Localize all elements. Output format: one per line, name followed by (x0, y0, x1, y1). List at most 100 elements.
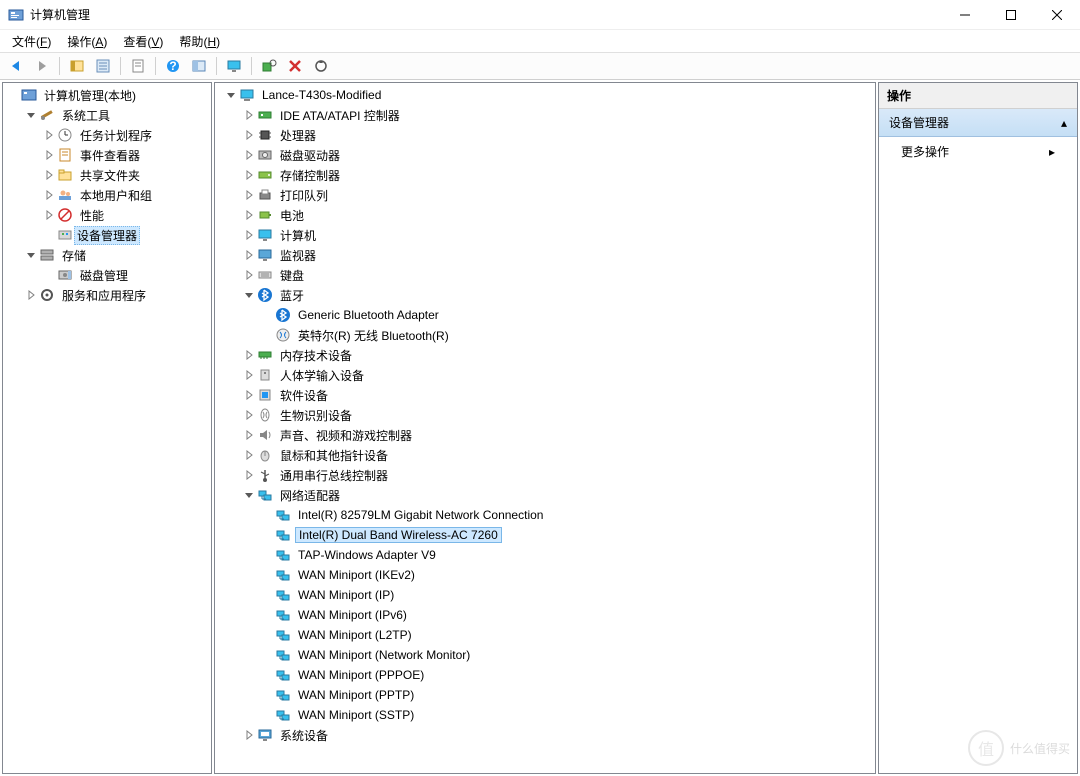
tree-item[interactable]: WAN Miniport (PPTP) (215, 685, 875, 705)
tree-item[interactable]: 本地用户和组 (3, 185, 211, 205)
tree-item[interactable]: WAN Miniport (IKEv2) (215, 565, 875, 585)
menu-action[interactable]: 操作(A) (61, 31, 113, 52)
tree-item[interactable]: 生物识别设备 (215, 405, 875, 425)
tree-item-label: 英特尔(R) 无线 Bluetooth(R) (295, 326, 452, 345)
tree-item[interactable]: 存储 (3, 245, 211, 265)
tree-item[interactable]: 英特尔(R) 无线 Bluetooth(R) (215, 325, 875, 345)
expand-toggle[interactable] (243, 289, 255, 301)
tree-item[interactable]: 存储控制器 (215, 165, 875, 185)
console-tree[interactable]: 计算机管理(本地)系统工具任务计划程序事件查看器共享文件夹本地用户和组性能设备管… (2, 82, 212, 774)
tree-item-label: TAP-Windows Adapter V9 (295, 547, 439, 563)
tree-item[interactable]: 软件设备 (215, 385, 875, 405)
expand-toggle[interactable] (243, 729, 255, 741)
tree-item[interactable]: 监视器 (215, 245, 875, 265)
expand-toggle[interactable] (243, 409, 255, 421)
tree-item[interactable]: 系统工具 (3, 105, 211, 125)
tree-item[interactable]: 声音、视频和游戏控制器 (215, 425, 875, 445)
expand-toggle[interactable] (243, 449, 255, 461)
tree-item[interactable]: Lance-T430s-Modified (215, 85, 875, 105)
tree-item-label: WAN Miniport (IP) (295, 587, 397, 603)
tree-item[interactable]: WAN Miniport (SSTP) (215, 705, 875, 725)
actions-section[interactable]: 设备管理器 ▴ (879, 109, 1077, 137)
tree-item[interactable]: 内存技术设备 (215, 345, 875, 365)
tree-item[interactable]: 任务计划程序 (3, 125, 211, 145)
tree-item[interactable]: 计算机管理(本地) (3, 85, 211, 105)
tree-item[interactable]: 电池 (215, 205, 875, 225)
show-hide-tree-button[interactable] (65, 55, 89, 77)
expand-toggle[interactable] (243, 389, 255, 401)
expand-toggle[interactable] (225, 89, 237, 101)
tree-item[interactable]: WAN Miniport (Network Monitor) (215, 645, 875, 665)
tree-item[interactable]: 性能 (3, 205, 211, 225)
expand-toggle[interactable] (25, 249, 37, 261)
console-tree-button[interactable] (187, 55, 211, 77)
expand-toggle[interactable] (243, 489, 255, 501)
expand-toggle[interactable] (43, 169, 55, 181)
help-button[interactable]: ? (161, 55, 185, 77)
tree-item[interactable]: IDE ATA/ATAPI 控制器 (215, 105, 875, 125)
net-icon (275, 647, 291, 663)
expand-toggle[interactable] (243, 249, 255, 261)
expand-toggle[interactable] (43, 129, 55, 141)
monitor-button[interactable] (222, 55, 246, 77)
expand-toggle[interactable] (243, 269, 255, 281)
tree-item[interactable]: 人体学输入设备 (215, 365, 875, 385)
expand-toggle[interactable] (243, 209, 255, 221)
back-button[interactable] (4, 55, 28, 77)
tree-item[interactable]: 磁盘管理 (3, 265, 211, 285)
device-tree[interactable]: Lance-T430s-ModifiedIDE ATA/ATAPI 控制器处理器… (214, 82, 876, 774)
tree-item[interactable]: 通用串行总线控制器 (215, 465, 875, 485)
expand-toggle[interactable] (243, 229, 255, 241)
maximize-button[interactable] (988, 0, 1034, 30)
tree-item[interactable]: 打印队列 (215, 185, 875, 205)
tree-item[interactable]: 共享文件夹 (3, 165, 211, 185)
tree-item[interactable]: Intel(R) Dual Band Wireless-AC 7260 (215, 525, 875, 545)
tree-item[interactable]: 计算机 (215, 225, 875, 245)
tree-item[interactable]: WAN Miniport (PPPOE) (215, 665, 875, 685)
expand-toggle[interactable] (25, 109, 37, 121)
tree-item[interactable]: 蓝牙 (215, 285, 875, 305)
expand-toggle[interactable] (243, 149, 255, 161)
expand-toggle[interactable] (243, 429, 255, 441)
tree-item[interactable]: 事件查看器 (3, 145, 211, 165)
expand-toggle[interactable] (243, 189, 255, 201)
tree-item[interactable]: 处理器 (215, 125, 875, 145)
tree-item[interactable]: 网络适配器 (215, 485, 875, 505)
tree-item[interactable]: 设备管理器 (3, 225, 211, 245)
expand-toggle[interactable] (243, 469, 255, 481)
tree-item[interactable]: WAN Miniport (L2TP) (215, 625, 875, 645)
expand-toggle[interactable] (43, 209, 55, 221)
expand-toggle[interactable] (243, 169, 255, 181)
export-button[interactable] (126, 55, 150, 77)
uninstall-button[interactable] (283, 55, 307, 77)
expand-toggle[interactable] (25, 289, 37, 301)
tree-item[interactable]: TAP-Windows Adapter V9 (215, 545, 875, 565)
net-icon (275, 667, 291, 683)
tree-item[interactable]: 磁盘驱动器 (215, 145, 875, 165)
more-actions-item[interactable]: 更多操作 ▸ (879, 137, 1077, 166)
menu-view[interactable]: 查看(V) (117, 31, 169, 52)
menu-help[interactable]: 帮助(H) (173, 31, 226, 52)
forward-button[interactable] (30, 55, 54, 77)
expand-toggle[interactable] (243, 109, 255, 121)
expand-toggle[interactable] (43, 189, 55, 201)
update-driver-button[interactable] (309, 55, 333, 77)
expand-toggle[interactable] (43, 149, 55, 161)
tree-item[interactable]: 键盘 (215, 265, 875, 285)
close-button[interactable] (1034, 0, 1080, 30)
expand-toggle[interactable] (243, 129, 255, 141)
tree-item[interactable]: 服务和应用程序 (3, 285, 211, 305)
tree-item[interactable]: WAN Miniport (IP) (215, 585, 875, 605)
tree-item[interactable]: 鼠标和其他指针设备 (215, 445, 875, 465)
scan-hardware-button[interactable] (257, 55, 281, 77)
tree-item[interactable]: WAN Miniport (IPv6) (215, 605, 875, 625)
tree-item-label: 存储 (59, 246, 89, 265)
tree-item[interactable]: Generic Bluetooth Adapter (215, 305, 875, 325)
tree-item[interactable]: 系统设备 (215, 725, 875, 745)
minimize-button[interactable] (942, 0, 988, 30)
expand-toggle[interactable] (243, 369, 255, 381)
expand-toggle[interactable] (243, 349, 255, 361)
menu-file[interactable]: 文件(F) (6, 31, 57, 52)
properties-button[interactable] (91, 55, 115, 77)
tree-item[interactable]: Intel(R) 82579LM Gigabit Network Connect… (215, 505, 875, 525)
